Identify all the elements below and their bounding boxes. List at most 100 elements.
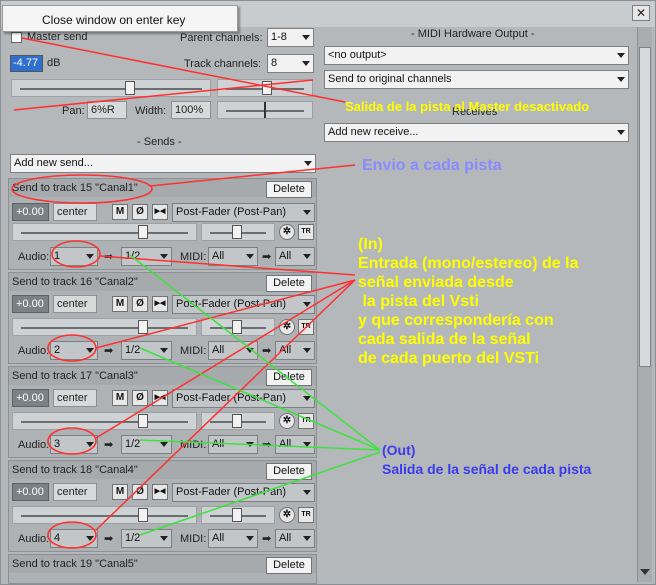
envelope-button[interactable]: ✲: [279, 413, 295, 429]
midi-out-select[interactable]: All: [275, 435, 315, 454]
arrow-icon: ➡: [104, 439, 114, 451]
audio-out-select[interactable]: 1/2: [121, 529, 172, 548]
midi-in-select[interactable]: All: [208, 529, 258, 548]
send-volume-knob[interactable]: [138, 508, 148, 522]
tr-button[interactable]: TR: [298, 224, 314, 240]
send-title: Send to track 17 "Canal3": [12, 370, 138, 382]
audio-out-select[interactable]: 1/2: [121, 247, 172, 266]
send-mode-select[interactable]: Post-Fader (Post-Pan): [172, 389, 315, 408]
mono-button[interactable]: ▶◀: [152, 204, 168, 220]
phase-button[interactable]: Ø: [132, 296, 148, 312]
delete-send-button[interactable]: Delete: [266, 557, 312, 574]
mono-button[interactable]: ▶◀: [152, 484, 168, 500]
midi-out-select[interactable]: All: [275, 247, 315, 266]
send-volume[interactable]: +0.00: [12, 203, 49, 221]
send-volume-knob[interactable]: [138, 414, 148, 428]
scrollbar-thumb[interactable]: [639, 47, 651, 367]
pan-knob[interactable]: [262, 81, 272, 95]
tr-button[interactable]: TR: [298, 507, 314, 523]
master-pan-slider[interactable]: [217, 79, 313, 97]
send-mode-select[interactable]: Post-Fader (Post-Pan): [172, 483, 315, 502]
midi-label: MIDI:: [180, 533, 207, 545]
midi-output-select[interactable]: <no output>: [324, 46, 629, 65]
send-volume-slider[interactable]: [12, 318, 197, 336]
volume-knob[interactable]: [125, 81, 135, 95]
midi-channels-select[interactable]: Send to original channels: [324, 70, 629, 89]
audio-in-select[interactable]: 1: [50, 247, 98, 266]
send-pan-knob[interactable]: [232, 508, 242, 522]
width-value[interactable]: 100%: [171, 101, 211, 119]
send-pan-slider[interactable]: [201, 318, 275, 336]
add-new-send-select[interactable]: Add new send...: [10, 154, 316, 173]
master-volume-slider[interactable]: [11, 79, 211, 97]
audio-out-select[interactable]: 1/2: [121, 341, 172, 360]
delete-send-button[interactable]: Delete: [266, 369, 312, 386]
send-pan-knob[interactable]: [232, 225, 242, 239]
mono-button[interactable]: ▶◀: [152, 390, 168, 406]
delete-send-button[interactable]: Delete: [266, 275, 312, 292]
tr-button[interactable]: TR: [298, 319, 314, 335]
delete-send-button[interactable]: Delete: [266, 181, 312, 198]
annotation-in-block: (In) Entrada (mono/estereo) de la señal …: [358, 235, 579, 368]
send-pan-knob[interactable]: [232, 320, 242, 334]
tr-button[interactable]: TR: [298, 413, 314, 429]
add-new-receive-select[interactable]: Add new receive...: [324, 123, 629, 142]
envelope-button[interactable]: ✲: [279, 319, 295, 335]
midi-out-select[interactable]: All: [275, 529, 315, 548]
send-volume[interactable]: +0.00: [12, 483, 49, 501]
send-pan[interactable]: center: [53, 295, 97, 313]
arrow-icon: ➡: [104, 533, 114, 545]
send-mode-select[interactable]: Post-Fader (Post-Pan): [172, 295, 315, 314]
send-mode-select[interactable]: Post-Fader (Post-Pan): [172, 203, 315, 222]
master-send-checkbox[interactable]: [11, 32, 22, 43]
volume-value[interactable]: -4.77: [10, 55, 43, 72]
pan-value[interactable]: 6%R: [87, 101, 127, 119]
send-volume[interactable]: +0.00: [12, 389, 49, 407]
midi-out-select[interactable]: All: [275, 341, 315, 360]
width-marker: [264, 102, 266, 118]
scroll-down-arrow-icon[interactable]: [640, 569, 650, 575]
audio-in-select[interactable]: 4: [50, 529, 98, 548]
send-pan-slider[interactable]: [201, 223, 275, 241]
mute-button[interactable]: M: [112, 390, 128, 406]
phase-button[interactable]: Ø: [132, 484, 148, 500]
mute-button[interactable]: M: [112, 204, 128, 220]
width-slider[interactable]: [217, 101, 313, 119]
mute-button[interactable]: M: [112, 484, 128, 500]
mute-button[interactable]: M: [112, 296, 128, 312]
midi-in-select[interactable]: All: [208, 341, 258, 360]
send-title: Send to track 18 "Canal4": [12, 464, 138, 476]
parent-channels-select[interactable]: 1-8: [267, 28, 314, 47]
annotation-in-line: señal enviada desde: [358, 274, 514, 291]
envelope-button[interactable]: ✲: [279, 507, 295, 523]
send-volume[interactable]: +0.00: [12, 295, 49, 313]
send-volume-knob[interactable]: [138, 320, 148, 334]
send-pan-slider[interactable]: [201, 506, 275, 524]
close-window-button[interactable]: ✕: [632, 5, 650, 21]
send-volume-slider[interactable]: [12, 412, 197, 430]
send-pan-slider[interactable]: [201, 412, 275, 430]
send-volume-slider[interactable]: [12, 223, 197, 241]
track-channels-select[interactable]: 8: [267, 54, 314, 73]
send-block-canal2: Send to track 16 "Canal2" Delete +0.00 c…: [8, 272, 317, 364]
midi-in-select[interactable]: All: [208, 435, 258, 454]
menu-item-close-on-enter[interactable]: Close window on enter key: [42, 13, 185, 27]
send-pan[interactable]: center: [53, 483, 97, 501]
delete-send-button[interactable]: Delete: [266, 463, 312, 480]
send-pan[interactable]: center: [53, 203, 97, 221]
mono-button[interactable]: ▶◀: [152, 296, 168, 312]
send-pan[interactable]: center: [53, 389, 97, 407]
phase-button[interactable]: Ø: [132, 204, 148, 220]
phase-button[interactable]: Ø: [132, 390, 148, 406]
vertical-scrollbar[interactable]: [637, 27, 652, 582]
envelope-button[interactable]: ✲: [279, 224, 295, 240]
audio-in-select[interactable]: 3: [50, 435, 98, 454]
send-volume-knob[interactable]: [138, 225, 148, 239]
audio-out-select[interactable]: 1/2: [121, 435, 172, 454]
send-volume-slider[interactable]: [12, 506, 197, 524]
midi-label: MIDI:: [180, 345, 207, 357]
annotation-in-line: y que correspondería con: [358, 312, 554, 329]
send-pan-knob[interactable]: [232, 414, 242, 428]
audio-in-select[interactable]: 2: [50, 341, 98, 360]
midi-in-select[interactable]: All: [208, 247, 258, 266]
